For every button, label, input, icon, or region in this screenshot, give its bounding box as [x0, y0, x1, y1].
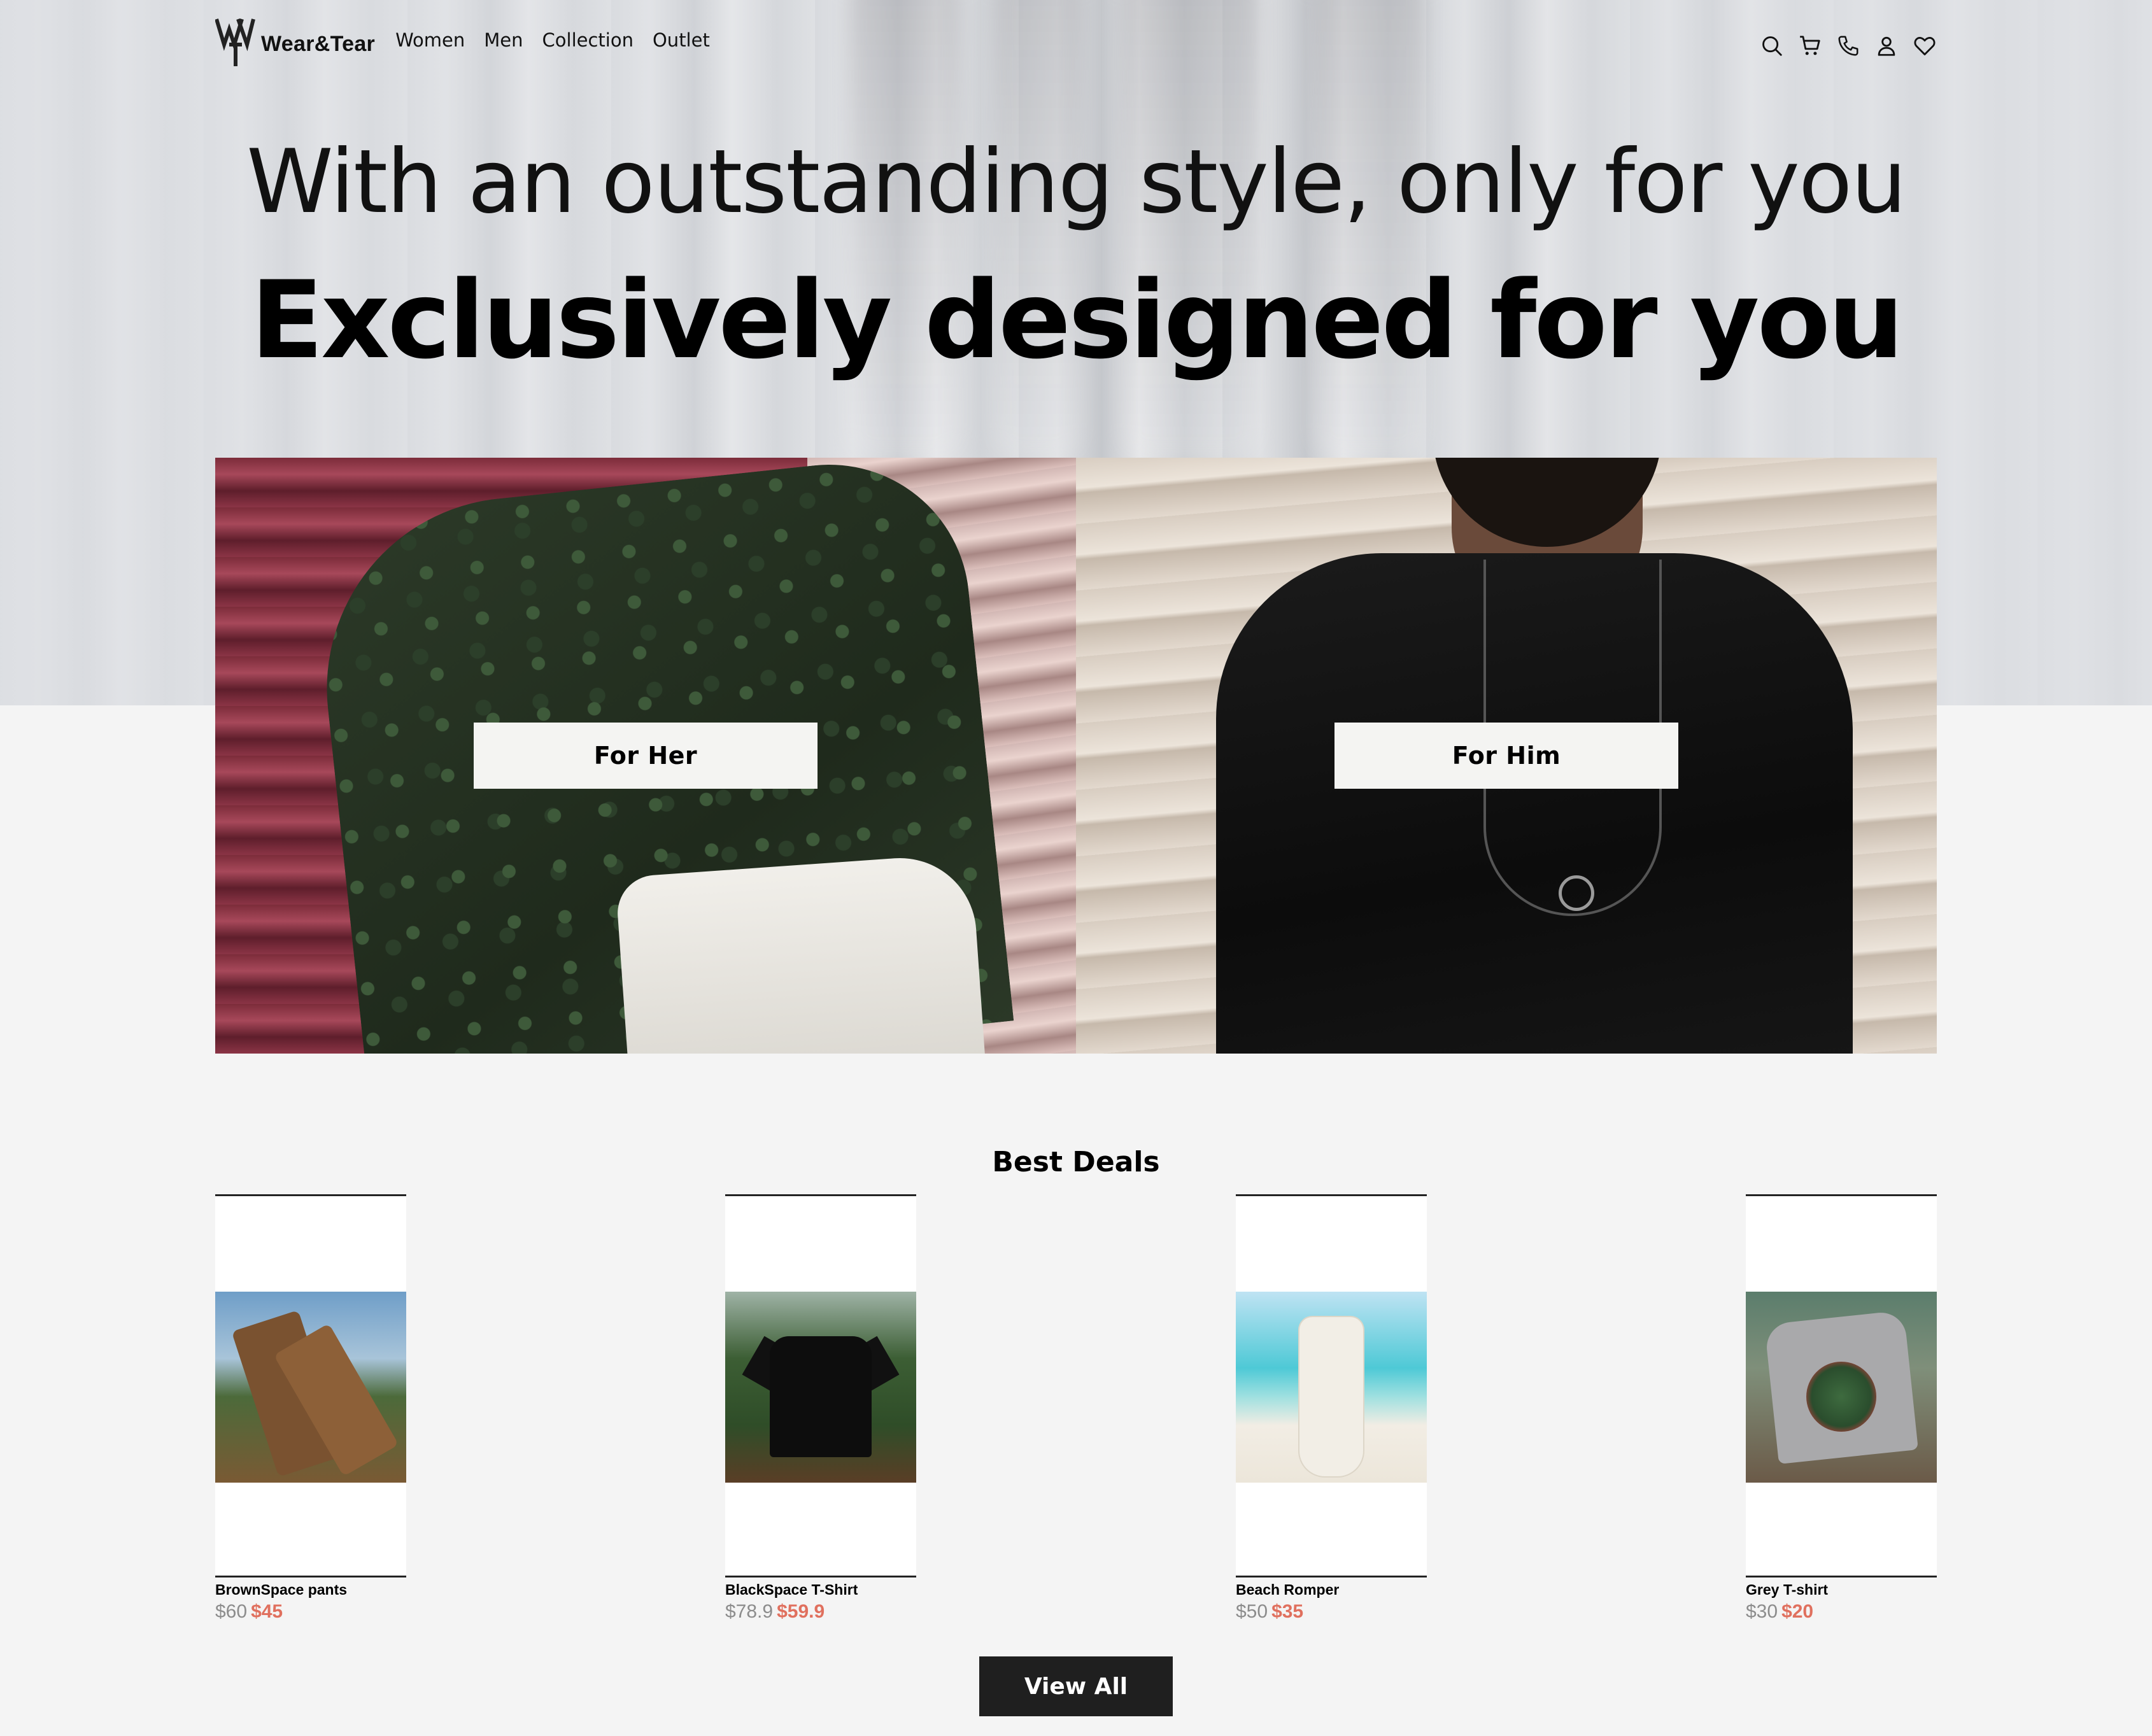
nav-link-outlet[interactable]: Outlet [653, 29, 710, 51]
nav-link-collection[interactable]: Collection [542, 29, 634, 51]
product-name[interactable]: BrownSpace pants [215, 1581, 406, 1598]
category-panel-her[interactable]: For Her [215, 458, 1076, 1054]
for-him-button[interactable]: For Him [1334, 723, 1678, 789]
hero-subheadline: Exclusively designed for you [250, 258, 1904, 383]
product-image [215, 1292, 406, 1483]
logo-mark-icon [215, 18, 255, 66]
product-sale-price: $35 [1271, 1601, 1304, 1622]
product-image-frame[interactable] [725, 1194, 916, 1577]
nav-icon-group [1760, 34, 1937, 58]
product-sale-price: $45 [251, 1601, 283, 1622]
search-icon[interactable] [1760, 34, 1784, 58]
user-icon[interactable] [1874, 34, 1899, 58]
product-name[interactable]: BlackSpace T-Shirt [725, 1581, 916, 1598]
nav-link-women[interactable]: Women [395, 29, 465, 51]
product-image-frame[interactable] [1236, 1194, 1427, 1577]
panel-her-image-skirt [615, 852, 987, 1054]
category-panels: For Her For Him [215, 458, 1937, 1054]
product-card[interactable]: Beach Romper $50 $35 [1236, 1194, 1427, 1623]
product-sale-price: $59.9 [777, 1601, 825, 1622]
product-image [1746, 1292, 1937, 1483]
product-card[interactable]: BlackSpace T-Shirt $78.9 $59.9 [725, 1194, 916, 1623]
product-name[interactable]: Beach Romper [1236, 1581, 1427, 1598]
category-panel-him[interactable]: For Him [1076, 458, 1937, 1054]
heart-icon[interactable] [1913, 34, 1937, 58]
product-old-price: $50 [1236, 1601, 1268, 1622]
hero-headline: With an outstanding style, only for you [246, 131, 1907, 233]
for-her-button[interactable]: For Her [474, 723, 818, 789]
view-all-button[interactable]: View All [979, 1656, 1173, 1716]
product-price: $30 $20 [1746, 1601, 1937, 1623]
product-old-price: $60 [215, 1601, 248, 1622]
nav-link-men[interactable]: Men [484, 29, 523, 51]
top-navigation: Wear&Tear Women Men Collection Outlet [215, 15, 1937, 69]
product-price: $78.9 $59.9 [725, 1601, 916, 1623]
product-card[interactable]: Grey T-shirt $30 $20 [1746, 1194, 1937, 1623]
product-old-price: $30 [1746, 1601, 1778, 1622]
brand-name: Wear&Tear [261, 31, 376, 56]
product-sale-price: $20 [1781, 1601, 1814, 1622]
product-image [1236, 1292, 1427, 1483]
phone-icon[interactable] [1836, 34, 1860, 58]
product-price: $50 $35 [1236, 1601, 1427, 1623]
panel-him-image-pendant [1559, 875, 1594, 911]
product-name[interactable]: Grey T-shirt [1746, 1581, 1937, 1598]
product-image-frame[interactable] [215, 1194, 406, 1577]
brand-logo[interactable]: Wear&Tear [215, 17, 375, 67]
nav-links: Women Men Collection Outlet [395, 29, 710, 51]
product-price: $60 $45 [215, 1601, 406, 1623]
product-image-frame[interactable] [1746, 1194, 1937, 1577]
product-old-price: $78.9 [725, 1601, 774, 1622]
product-image [725, 1292, 916, 1483]
product-card[interactable]: BrownSpace pants $60 $45 [215, 1194, 406, 1623]
best-deals-products: BrownSpace pants $60 $45 BlackSpace T-Shi… [215, 1194, 1937, 1640]
best-deals-title: Best Deals [992, 1146, 1160, 1178]
cart-icon[interactable] [1798, 34, 1822, 58]
